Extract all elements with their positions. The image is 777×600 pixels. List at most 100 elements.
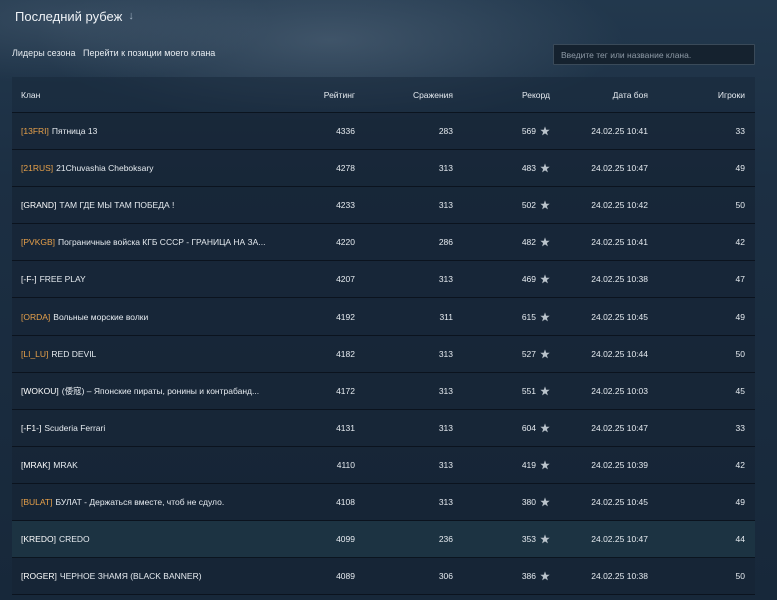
star-icon <box>540 311 550 321</box>
go-to-my-clan-link[interactable]: Перейти к позиции моего клана <box>83 48 215 58</box>
battle-date-value: 24.02.25 10:47 <box>591 163 648 174</box>
clan-cell: [-F-] FREE PLAY <box>21 274 86 284</box>
column-header-rating[interactable]: Рейтинг <box>324 90 355 100</box>
battle-date-value: 24.02.25 10:38 <box>591 571 648 582</box>
clan-cell: [MRAK] MRAK <box>21 460 78 470</box>
clan-name: CREDO <box>58 534 90 545</box>
star-icon <box>540 571 550 581</box>
table-body: [13FRI] Пятница 13 4336 283 569 24.02.25 … <box>12 113 755 596</box>
sort-arrow-icon[interactable]: ↓ <box>128 10 134 22</box>
battle-date-value: 24.02.25 10:44 <box>591 348 648 359</box>
rating-value: 4182 <box>336 348 355 359</box>
record-value: 615 <box>521 311 536 322</box>
table-row[interactable]: [GRAND] ТАМ ГДЕ МЫ ТАМ ПОБЕДА ! 4233 313 … <box>12 187 755 225</box>
table-row[interactable]: [PVKGB] Пограничные войска КГБ СССР - ГРА… <box>12 224 755 262</box>
battles-value: 313 <box>438 459 453 470</box>
battle-date-value: 24.02.25 10:38 <box>591 274 648 285</box>
clan-name: Пятница 13 <box>51 126 98 137</box>
battle-date-value: 24.02.25 10:47 <box>591 534 648 545</box>
clan-cell: [PVKGB] Пограничные войска КГБ СССР - ГРА… <box>21 237 265 247</box>
clan-name: (倭寇) – Японские пираты, ронины и контраб… <box>61 385 260 396</box>
clan-tag: [ROGER] <box>21 571 57 582</box>
clan-tag: [PVKGB] <box>21 237 56 248</box>
star-icon <box>540 163 550 173</box>
clan-tag: [KREDO] <box>21 534 56 545</box>
page-title: Последний рубеж <box>15 8 123 24</box>
table-row[interactable]: [21RUS] 21Chuvashia Cheboksary 4278 313 4… <box>12 150 755 188</box>
table-row[interactable]: [BULAT] БУЛАТ - Держаться вместе, чтоб не… <box>12 483 755 522</box>
clan-tag: [13FRI] <box>21 126 49 137</box>
star-icon <box>540 237 550 247</box>
battles-value: 311 <box>439 311 453 322</box>
table-row[interactable]: [KREDO] CREDO 4099 236 353 24.02.25 10:47… <box>12 521 755 559</box>
record-cell: 527 <box>522 349 550 359</box>
column-header-date[interactable]: Дата боя <box>613 90 648 100</box>
battles-value: 313 <box>438 496 453 507</box>
clan-tag: [GRAND] <box>21 200 57 211</box>
table-row[interactable]: [13FRI] Пятница 13 4336 283 569 24.02.25 … <box>12 113 755 151</box>
clan-name: FREE PLAY <box>39 274 86 285</box>
star-icon <box>540 534 550 544</box>
record-cell: 469 <box>522 274 550 284</box>
clan-tag: [BULAT] <box>21 496 53 507</box>
rating-value: 4233 <box>336 200 355 211</box>
rating-value: 4207 <box>336 274 355 285</box>
table-row[interactable]: [ORDA] Вольные морские волки 4192 311 615… <box>12 298 755 336</box>
players-value: 49 <box>735 496 745 507</box>
record-value: 502 <box>521 200 536 211</box>
clan-tag: [LI_LU] <box>21 348 49 359</box>
table-row[interactable]: [LI_LU] RED DEVIL 4182 313 527 24.02.25 1… <box>12 335 755 373</box>
battles-value: 313 <box>438 385 453 396</box>
record-cell: 419 <box>522 460 550 470</box>
record-cell: 386 <box>522 571 550 581</box>
record-cell: 551 <box>522 386 550 396</box>
clan-search-input[interactable] <box>553 44 755 65</box>
table-row[interactable]: [-F1-] Scuderia Ferrari 4131 313 604 24.0… <box>12 409 755 447</box>
rating-value: 4110 <box>336 459 355 470</box>
clan-tag: [21RUS] <box>21 163 54 174</box>
rating-value: 4089 <box>336 571 355 582</box>
clan-name: RED DEVIL <box>51 348 97 359</box>
star-icon <box>540 386 550 396</box>
season-leaders-link[interactable]: Лидеры сезона <box>12 48 75 58</box>
clan-name: Пограничные войска КГБ СССР - ГРАНИЦА НА… <box>58 237 266 248</box>
players-value: 44 <box>735 534 745 545</box>
battle-date-value: 24.02.25 10:03 <box>591 385 648 396</box>
table-row[interactable]: [WOKOU] (倭寇) – Японские пираты, ронины и … <box>12 372 755 410</box>
battle-date-value: 24.02.25 10:45 <box>591 311 648 322</box>
star-icon <box>540 497 550 507</box>
record-cell: 604 <box>522 423 550 433</box>
players-value: 49 <box>735 311 745 322</box>
rating-value: 4220 <box>336 237 355 248</box>
clan-tag: [MRAK] <box>21 459 51 470</box>
column-header-battles[interactable]: Сражения <box>413 90 453 100</box>
players-value: 50 <box>735 348 745 359</box>
clan-name: ЧЕРНОЕ ЗНАМЯ (BLACK BANNER) <box>59 571 202 582</box>
battles-value: 283 <box>438 126 453 137</box>
clan-cell: [13FRI] Пятница 13 <box>21 126 97 136</box>
clan-cell: [LI_LU] RED DEVIL <box>21 349 96 359</box>
record-value: 569 <box>521 126 536 137</box>
clan-tag: [ORDA] <box>21 311 51 322</box>
table-row[interactable]: [ROGER] ЧЕРНОЕ ЗНАМЯ (BLACK BANNER) 4089 … <box>12 558 755 596</box>
players-value: 42 <box>735 459 745 470</box>
clan-cell: [ORDA] Вольные морские волки <box>21 312 148 322</box>
rating-value: 4336 <box>336 126 355 137</box>
rating-value: 4278 <box>336 163 355 174</box>
record-value: 380 <box>521 496 536 507</box>
battle-date-value: 24.02.25 10:45 <box>591 496 648 507</box>
players-value: 33 <box>735 422 745 433</box>
table-row[interactable]: [-F-] FREE PLAY 4207 313 469 24.02.25 10:… <box>12 261 755 299</box>
clan-tag: [WOKOU] <box>21 385 59 396</box>
battle-date-value: 24.02.25 10:47 <box>591 422 648 433</box>
record-cell: 380 <box>522 497 550 507</box>
column-header-clan[interactable]: Клан <box>21 90 40 100</box>
record-value: 386 <box>521 571 536 582</box>
players-value: 50 <box>735 571 745 582</box>
record-value: 527 <box>521 348 536 359</box>
column-header-record[interactable]: Рекорд <box>522 90 550 100</box>
column-header-players[interactable]: Игроки <box>718 90 745 100</box>
table-row[interactable]: [MRAK] MRAK 4110 313 419 24.02.25 10:39 4… <box>12 446 755 484</box>
record-cell: 615 <box>522 312 550 322</box>
toolbar: Лидеры сезона Перейти к позиции моего кл… <box>12 44 755 66</box>
